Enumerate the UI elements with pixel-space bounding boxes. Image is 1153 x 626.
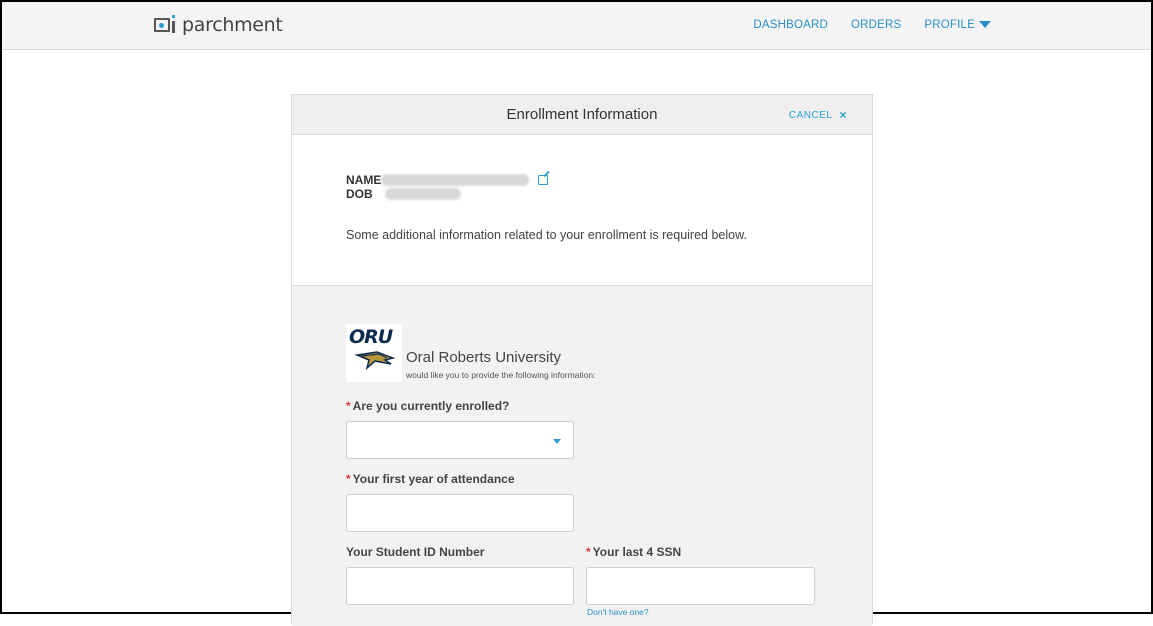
modal-title: Enrollment Information (506, 106, 658, 123)
required-marker: * (346, 472, 351, 486)
info-note: Some additional information related to y… (346, 228, 747, 242)
enrolled-select[interactable] (346, 421, 574, 459)
oru-logo-text: ORU (349, 326, 393, 348)
nav-profile-label: PROFILE (924, 19, 975, 31)
caret-down-icon (979, 21, 991, 29)
top-nav-bar: parchment DASHBOARD ORDERS PROFILE (2, 2, 1151, 50)
nav-profile-link[interactable]: PROFILE (924, 19, 991, 31)
main-nav: DASHBOARD ORDERS PROFILE (730, 19, 991, 31)
cancel-label: CANCEL (788, 109, 833, 121)
dob-label: DOB (346, 187, 373, 201)
enrollment-modal: Enrollment Information CANCEL × NAME DOB… (291, 94, 873, 626)
institution-subtitle: would like you to provide the following … (406, 370, 596, 380)
first-year-label: * Your first year of attendance (346, 472, 515, 486)
name-row: NAME (346, 173, 549, 187)
first-year-label-text: Your first year of attendance (352, 472, 515, 486)
edit-icon[interactable] (538, 175, 549, 185)
parchment-logo-icon (154, 15, 176, 35)
logo-text: parchment (182, 14, 283, 36)
oru-logo: ORU (346, 324, 402, 382)
institution-form-section: ORU Oral Roberts University would like y… (292, 286, 872, 626)
dob-row: DOB (346, 187, 461, 201)
parchment-logo[interactable]: parchment (154, 14, 283, 36)
modal-header: Enrollment Information CANCEL × (292, 95, 872, 135)
student-info-section: NAME DOB Some additional information rel… (292, 135, 872, 286)
ssn-input[interactable] (586, 567, 815, 605)
required-marker: * (586, 545, 591, 559)
nav-dashboard-link[interactable]: DASHBOARD (753, 19, 828, 31)
cancel-button[interactable]: CANCEL × (789, 108, 847, 122)
name-label: NAME (346, 173, 382, 187)
nav-orders-link[interactable]: ORDERS (851, 19, 901, 31)
close-icon: × (839, 108, 847, 122)
required-marker: * (346, 399, 351, 413)
student-id-label: Your Student ID Number (346, 545, 485, 559)
golden-eagle-icon (355, 351, 395, 371)
enrolled-label-text: Are you currently enrolled? (352, 399, 510, 413)
ssn-label: * Your last 4 SSN (586, 545, 681, 559)
enrolled-label: * Are you currently enrolled? (346, 399, 509, 413)
ssn-label-text: Your last 4 SSN (592, 545, 682, 559)
dob-redacted (384, 188, 461, 200)
first-year-input[interactable] (346, 494, 574, 532)
name-redacted (381, 174, 530, 186)
no-ssn-link[interactable]: Don't have one? (587, 607, 649, 617)
institution-name: Oral Roberts University (406, 349, 562, 366)
student-id-input[interactable] (346, 567, 574, 605)
chevron-down-icon (553, 439, 561, 444)
